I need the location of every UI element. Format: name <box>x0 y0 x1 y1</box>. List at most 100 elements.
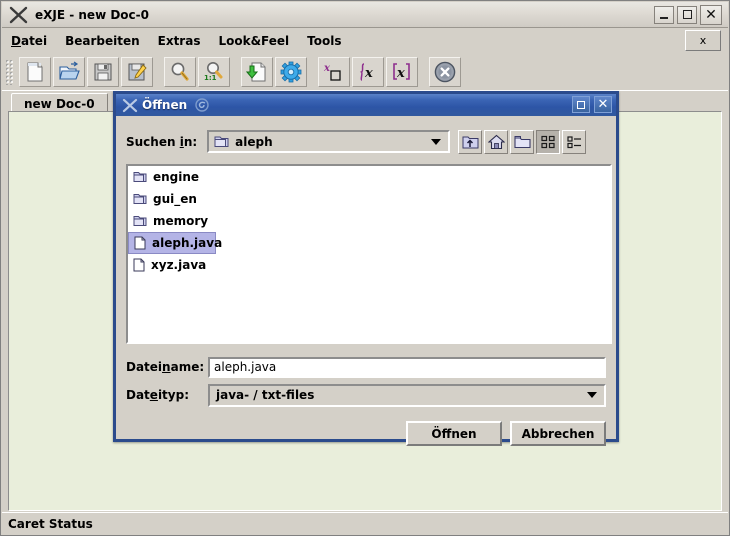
open-folder-button[interactable] <box>53 56 85 87</box>
list-item-selected[interactable]: aleph.java <box>128 232 222 254</box>
statusbar: Caret Status <box>2 512 728 534</box>
home-icon <box>487 134 505 149</box>
file-name-input[interactable]: aleph.java <box>208 356 606 378</box>
list-item[interactable]: gui_en <box>128 188 228 210</box>
look-in-row: Suchen in: aleph <box>126 129 606 154</box>
file-list[interactable]: engine gui_en memory aleph.java xyz.java <box>126 164 612 344</box>
list-item[interactable]: engine <box>128 166 228 188</box>
floppy-pencil-icon <box>128 63 147 80</box>
window-title: eXJE - new Doc-0 <box>35 7 149 22</box>
menubar: Datei Bearbeiten Extras Look&Feel Tools … <box>2 28 728 53</box>
toolbar-drag-handle[interactable] <box>5 58 14 85</box>
folder-icon <box>133 171 147 183</box>
details-view-button[interactable] <box>562 129 587 154</box>
minimize-icon <box>660 16 668 19</box>
look-in-label: Suchen in: <box>126 134 198 149</box>
svg-text:x: x <box>323 63 331 74</box>
dialog-body: Suchen in: aleph engine gui_en memory al… <box>116 116 616 446</box>
import-document-button[interactable] <box>241 56 273 87</box>
up-one-level-button[interactable] <box>458 129 483 154</box>
details-view-icon <box>567 135 581 148</box>
dialog-close-button[interactable]: ✕ <box>594 96 612 113</box>
file-type-row: Dateityp: java- / txt-files <box>126 383 606 407</box>
create-new-folder-button[interactable] <box>510 129 535 154</box>
folder-icon <box>133 193 147 205</box>
superscript-button[interactable]: x <box>318 56 350 87</box>
menu-extras[interactable]: Extras <box>149 31 210 51</box>
maximize-button[interactable] <box>677 5 697 24</box>
x-superscript-box-icon: x <box>323 63 341 81</box>
floppy-disk-icon <box>94 63 112 80</box>
cancel-button[interactable]: Abbrechen <box>510 421 606 446</box>
settings-button[interactable] <box>275 56 307 87</box>
caret-status-label: Caret Status <box>8 516 93 531</box>
dialog-titlebar: Öffnen ✕ <box>116 94 616 116</box>
list-item[interactable]: memory <box>128 210 228 232</box>
integral-x-icon: x <box>359 62 373 81</box>
new-document-button[interactable] <box>19 56 51 87</box>
swirl-icon <box>194 98 209 113</box>
close-icon: ✕ <box>705 6 717 23</box>
gray-x-circle-icon <box>434 61 456 82</box>
file-name: engine <box>153 170 200 184</box>
bracket-x-button[interactable]: x <box>386 56 418 87</box>
dialog-maximize-button[interactable] <box>572 96 590 113</box>
new-folder-icon <box>514 135 531 148</box>
file-name-label: Dateiname: <box>126 360 205 374</box>
open-button[interactable]: Öffnen <box>406 421 502 446</box>
window-controls: ✕ <box>654 4 722 25</box>
close-icon: ✕ <box>597 97 609 112</box>
file-icon <box>133 258 145 272</box>
tab-new-doc-0[interactable]: new Doc-0 <box>11 93 108 113</box>
maximize-icon <box>577 100 585 109</box>
folder-icon <box>133 215 147 227</box>
integral-button[interactable]: x <box>352 56 384 87</box>
close-document-button[interactable] <box>429 56 461 87</box>
svg-text:x: x <box>396 66 405 81</box>
window-titlebar: eXJE - new Doc-0 ✕ <box>2 2 728 28</box>
bracket-x-icon: x <box>393 62 410 81</box>
list-item[interactable]: xyz.java <box>128 254 228 276</box>
svg-text:1:1: 1:1 <box>204 74 217 82</box>
folder-up-arrow-icon <box>462 136 479 148</box>
save-button[interactable] <box>87 56 119 87</box>
file-type-combobox[interactable]: java- / txt-files <box>208 383 606 407</box>
file-type-value: java- / txt-files <box>216 388 315 402</box>
svg-text:x: x <box>364 66 373 81</box>
file-icon <box>134 236 146 250</box>
close-tab-button[interactable]: x <box>685 30 721 51</box>
file-type-label: Dateityp: <box>126 388 189 402</box>
home-button[interactable] <box>484 129 509 154</box>
open-file-dialog: Öffnen ✕ Suchen in: aleph engine gui_en … <box>113 91 619 446</box>
maximize-icon <box>682 10 692 19</box>
toolbar: 1:1 x x x <box>2 53 728 91</box>
magnifier-icon <box>171 62 189 81</box>
menu-tools[interactable]: Tools <box>298 31 350 51</box>
folder-icon <box>214 135 229 148</box>
menu-look-and-feel[interactable]: Look&Feel <box>209 31 298 51</box>
dialog-window-controls: ✕ <box>572 96 612 113</box>
tiles-view-button[interactable] <box>536 129 561 154</box>
look-in-combobox[interactable]: aleph <box>207 130 451 153</box>
document-down-arrow-icon <box>246 62 266 81</box>
x-logo-icon <box>7 4 31 26</box>
menu-bearbeiten[interactable]: Bearbeiten <box>56 31 149 51</box>
look-in-value: aleph <box>235 134 273 149</box>
file-name-row: Dateiname: aleph.java <box>126 356 606 378</box>
save-as-button[interactable] <box>121 56 153 87</box>
menu-datei[interactable]: Datei <box>2 31 56 51</box>
dialog-title: Öffnen <box>142 98 188 112</box>
zoom-button[interactable] <box>164 56 196 87</box>
open-folder-icon <box>59 61 80 80</box>
file-name: xyz.java <box>151 258 207 272</box>
file-name-value: aleph.java <box>214 360 277 374</box>
file-name: aleph.java <box>152 236 223 250</box>
chevron-down-icon <box>431 138 442 145</box>
file-name: gui_en <box>153 192 197 206</box>
file-name: memory <box>153 214 209 228</box>
new-document-icon <box>27 62 43 81</box>
dialog-nav-buttons <box>458 129 587 154</box>
minimize-button[interactable] <box>654 5 674 24</box>
zoom-actual-size-button[interactable]: 1:1 <box>198 56 230 87</box>
close-button[interactable]: ✕ <box>700 4 722 25</box>
